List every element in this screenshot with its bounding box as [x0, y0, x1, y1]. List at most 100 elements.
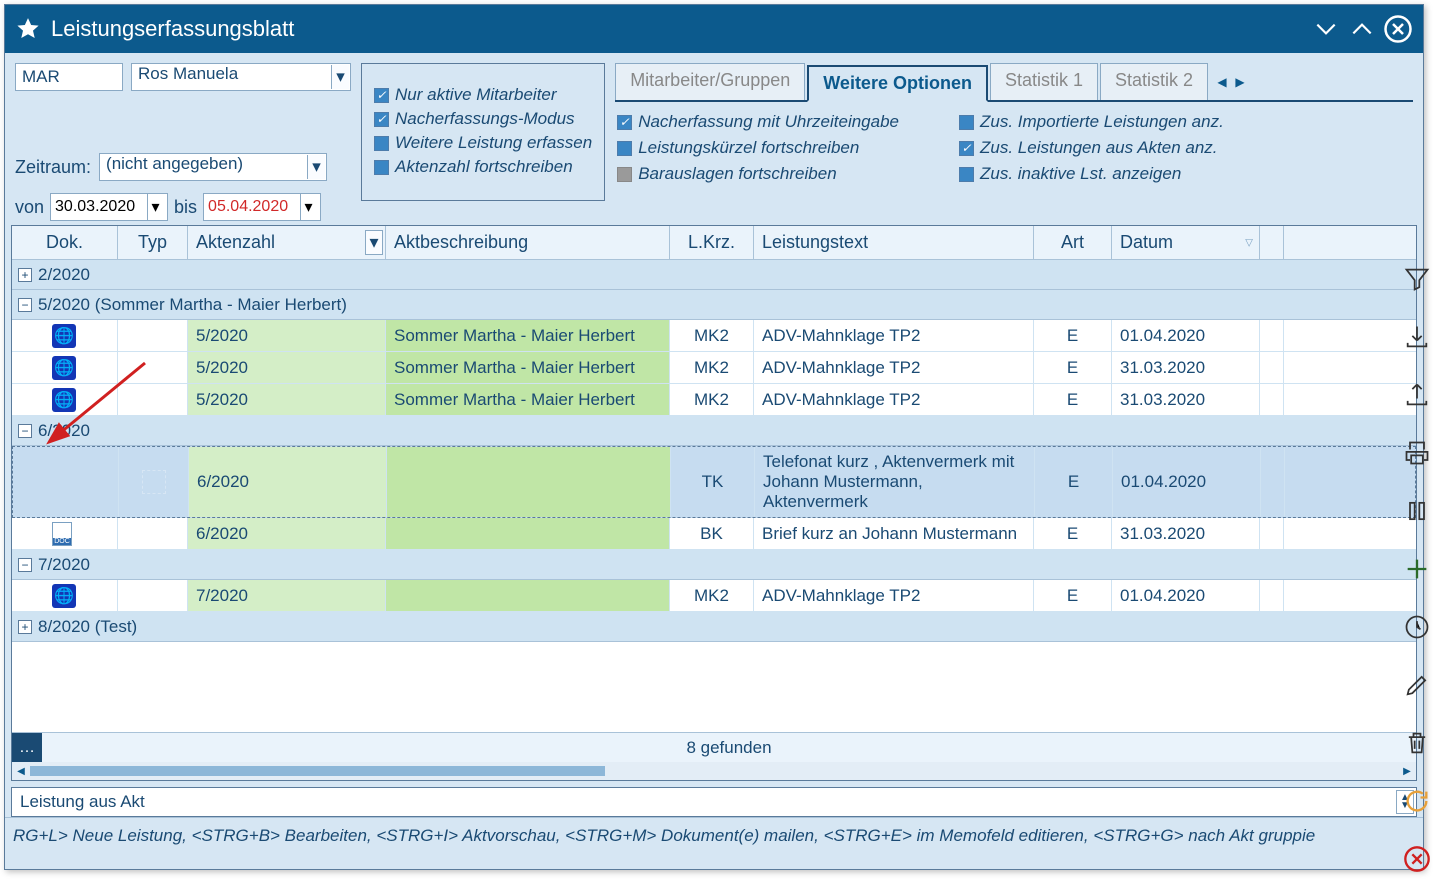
group-row[interactable]: −7/2020 — [12, 550, 1416, 580]
collapse-icon[interactable]: − — [18, 558, 32, 572]
print-icon[interactable] — [1400, 436, 1434, 470]
favorite-star-icon[interactable] — [15, 16, 41, 42]
group-row[interactable]: +8/2020 (Test) — [12, 612, 1416, 642]
globe-icon: 🌐 — [52, 356, 76, 380]
chk-zus-importierte[interactable]: Zus. Importierte Leistungen anz. — [959, 112, 1224, 132]
period-label: Zeitraum: — [15, 157, 91, 178]
dropdown-icon[interactable]: ▾ — [147, 194, 163, 220]
grid-header-row: Dok. Typ Aktenzahl▾ Aktbeschreibung L.Kr… — [12, 226, 1416, 260]
globe-icon: 🌐 — [52, 324, 76, 348]
chk-aktenzahl-fortschreiben[interactable]: Aktenzahl fortschreiben — [374, 157, 592, 177]
tab-statistik-2[interactable]: Statistik 2 — [1100, 63, 1208, 100]
employee-name-select[interactable]: Ros Manuela ▾ — [131, 63, 351, 91]
expand-icon[interactable]: + — [18, 620, 32, 634]
collapse-icon[interactable]: − — [18, 424, 32, 438]
scrollbar-thumb[interactable] — [30, 766, 605, 776]
grid-footer-menu-button[interactable]: … — [12, 733, 42, 762]
col-header-datum[interactable]: Datum▽ — [1112, 226, 1260, 259]
tab-weitere-optionen[interactable]: Weitere Optionen — [807, 65, 988, 102]
globe-icon: 🌐 — [52, 388, 76, 412]
window-collapse-down-icon[interactable] — [1311, 14, 1341, 44]
doc-icon — [52, 522, 72, 546]
chk-barauslagen[interactable]: Barauslagen fortschreiben — [617, 164, 899, 184]
pause-icon[interactable] — [1400, 494, 1434, 528]
col-header-dok[interactable]: Dok. — [12, 226, 118, 259]
tab-scroll-right-icon[interactable]: ▶ — [1232, 68, 1248, 96]
table-row[interactable]: 6/2020BKBrief kurz an Johann MustermannE… — [12, 518, 1416, 550]
date-to-input[interactable]: 05.04.2020 ▾ — [203, 193, 321, 221]
date-from-input[interactable]: 30.03.2020 ▾ — [50, 193, 168, 221]
group-title: 5/2020 (Sommer Martha - Maier Herbert) — [38, 295, 347, 315]
period-value: (nicht angegeben) — [106, 154, 243, 173]
group-row[interactable]: −6/2020 — [12, 416, 1416, 446]
filter-icon[interactable] — [1400, 262, 1434, 296]
col-header-leistungstext[interactable]: Leistungstext — [754, 226, 1034, 259]
clock-icon[interactable] — [1400, 610, 1434, 644]
period-select[interactable]: (nicht angegeben) ▾ — [99, 153, 327, 181]
chk-nur-aktive[interactable]: ✓Nur aktive Mitarbeiter — [374, 85, 592, 105]
window-title: Leistungserfassungsblatt — [51, 16, 1301, 42]
dropdown-icon[interactable]: ▾ — [331, 65, 349, 89]
to-label: bis — [174, 197, 197, 218]
import-icon[interactable] — [1400, 320, 1434, 354]
status-bar: RG+L> Neue Leistung, <STRG+B> Bearbeiten… — [5, 817, 1423, 852]
group-row[interactable]: −5/2020 (Sommer Martha - Maier Herbert) — [12, 290, 1416, 320]
globe-icon: 🌐 — [52, 584, 76, 608]
table-row[interactable]: 🌐5/2020Sommer Martha - Maier HerbertMK2A… — [12, 320, 1416, 352]
table-row[interactable]: 6/2020TKTelefonat kurz , Aktenvermerk mi… — [12, 446, 1416, 518]
tab-strip: Mitarbeiter/Gruppen Weitere Optionen Sta… — [615, 63, 1413, 102]
type-icon — [141, 324, 165, 348]
date-to-value: 05.04.2020 — [208, 198, 300, 216]
grid-footer: … 8 gefunden — [12, 732, 1416, 762]
type-icon — [141, 388, 165, 412]
checkbox-icon: ✓ — [959, 141, 974, 156]
table-row[interactable]: 🌐5/2020Sommer Martha - Maier HerbertMK2A… — [12, 384, 1416, 416]
checkbox-icon — [374, 160, 389, 175]
employee-name-value: Ros Manuela — [138, 64, 238, 83]
cancel-icon[interactable] — [1400, 842, 1434, 876]
checkbox-icon — [959, 167, 974, 182]
expand-icon[interactable]: + — [18, 268, 32, 282]
date-from-value: 30.03.2020 — [55, 198, 147, 216]
checkbox-icon — [617, 167, 632, 182]
export-icon[interactable] — [1400, 378, 1434, 412]
type-icon — [141, 522, 165, 546]
tab-scroll-left-icon[interactable]: ◀ — [1214, 68, 1230, 96]
checkbox-icon — [959, 115, 974, 130]
chk-zus-inaktive[interactable]: Zus. inaktive Lst. anzeigen — [959, 164, 1224, 184]
dropdown-icon[interactable]: ▾ — [307, 155, 325, 179]
grid: Dok. Typ Aktenzahl▾ Aktbeschreibung L.Kr… — [11, 225, 1417, 781]
chk-nacherfassung-uhrzeit[interactable]: ✓Nacherfassung mit Uhrzeiteingabe — [617, 112, 899, 132]
dropdown-icon[interactable]: ▾ — [300, 194, 316, 220]
group-title: 7/2020 — [38, 555, 90, 575]
checkbox-icon — [374, 136, 389, 151]
col-header-aktenzahl[interactable]: Aktenzahl▾ — [188, 226, 386, 259]
add-icon[interactable] — [1400, 552, 1434, 586]
table-row[interactable]: 🌐5/2020Sommer Martha - Maier HerbertMK2A… — [12, 352, 1416, 384]
delete-icon[interactable] — [1400, 726, 1434, 760]
collapse-icon[interactable]: − — [18, 298, 32, 312]
options-group-left: ✓Nur aktive Mitarbeiter ✓Nacherfassungs-… — [361, 63, 605, 201]
col-header-aktbeschreibung[interactable]: Aktbeschreibung — [386, 226, 670, 259]
refresh-icon[interactable] — [1400, 784, 1434, 818]
window-close-icon[interactable] — [1383, 14, 1413, 44]
tab-statistik-1[interactable]: Statistik 1 — [990, 63, 1098, 100]
edit-icon[interactable] — [1400, 668, 1434, 702]
tab-mitarbeiter-gruppen[interactable]: Mitarbeiter/Gruppen — [615, 63, 805, 100]
scroll-left-icon[interactable]: ◀ — [12, 762, 30, 780]
col-header-typ[interactable]: Typ — [118, 226, 188, 259]
chk-leistungskuerzel[interactable]: Leistungskürzel fortschreiben — [617, 138, 899, 158]
chk-nacherfassung[interactable]: ✓Nacherfassungs-Modus — [374, 109, 592, 129]
employee-code-input[interactable] — [15, 63, 123, 91]
horizontal-scrollbar[interactable]: ◀ ▶ — [12, 762, 1416, 780]
chk-weitere-leistung[interactable]: Weitere Leistung erfassen — [374, 133, 592, 153]
col-header-lkrz[interactable]: L.Krz. — [670, 226, 754, 259]
bottom-combo-input[interactable]: Leistung aus Akt ▲▼ — [11, 787, 1417, 817]
group-row[interactable]: +2/2020 — [12, 260, 1416, 290]
window-collapse-up-icon[interactable] — [1347, 14, 1377, 44]
checkbox-icon: ✓ — [617, 115, 632, 130]
chk-zus-akten[interactable]: ✓Zus. Leistungen aus Akten anz. — [959, 138, 1224, 158]
table-row[interactable]: 🌐7/2020MK2ADV-Mahnklage TP2E01.04.2020 — [12, 580, 1416, 612]
column-filter-dropdown-icon[interactable]: ▾ — [365, 230, 383, 255]
col-header-art[interactable]: Art — [1034, 226, 1112, 259]
